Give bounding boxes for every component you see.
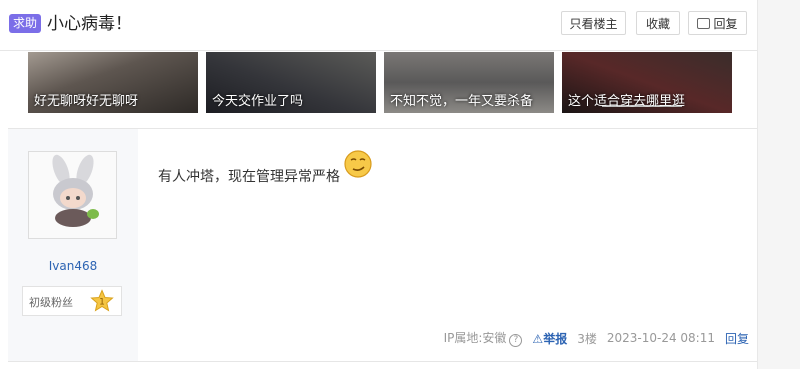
fan-level-badge[interactable]: 初级粉丝 1 — [22, 286, 122, 316]
floor-reply-link[interactable]: 回复 — [725, 330, 749, 347]
video-thumb-caption: 今天交作业了吗 — [212, 94, 304, 109]
question-icon[interactable]: ? — [509, 334, 523, 347]
post-time: 2023-10-24 08:11 — [606, 331, 715, 345]
fan-level-number: 1 — [99, 298, 105, 308]
ip-location-text: IP属地:安徽 — [443, 331, 507, 345]
page-right-margin — [757, 0, 800, 369]
fan-level-label: 初级粉丝 — [29, 296, 73, 309]
reply-button-label: 回复 — [713, 17, 738, 31]
author-name[interactable]: Ivan468 — [8, 259, 138, 273]
video-thumb[interactable]: 今天交作业了吗 — [206, 52, 376, 113]
thread-header: 求助 小心病毒！ 只看楼主 收藏 回复 — [0, 0, 757, 51]
report-link[interactable]: ⚠举报 — [532, 330, 567, 347]
video-thumb[interactable]: 这个适合穿去哪里逛 — [562, 52, 732, 113]
video-thumb[interactable]: 不知不觉，一年又要杀备 — [384, 52, 554, 113]
post-footer: IP属地:安徽? ⚠举报 3楼 2023-10-24 08:11 回复 — [444, 329, 749, 347]
ip-location: IP属地:安徽? — [444, 329, 523, 347]
report-label: 举报 — [543, 331, 568, 346]
avatar[interactable] — [28, 151, 117, 239]
video-thumb[interactable]: 好无聊呀好无聊呀 — [28, 52, 198, 113]
star-icon: 1 — [90, 289, 114, 312]
help-tag: 求助 — [9, 14, 41, 33]
author-panel: Ivan468 初级粉丝 1 — [8, 129, 138, 361]
post-floor: Ivan468 初级粉丝 1 有人冲塔，现在管理异常严格 IP属地:安徽? ⚠举… — [8, 128, 757, 362]
video-thumb-strip: 好无聊呀好无聊呀 今天交作业了吗 不知不觉，一年又要杀备 这个适合穿去哪里逛 — [0, 50, 757, 130]
smirk-emoji-icon — [344, 150, 372, 178]
post-content: 有人冲塔，现在管理异常严格 — [158, 169, 340, 185]
floor-number: 3楼 — [577, 331, 597, 346]
video-thumb-caption: 好无聊呀好无聊呀 — [34, 94, 139, 109]
reply-button[interactable]: 回复 — [688, 11, 747, 35]
comment-icon — [697, 18, 711, 29]
video-thumb-caption: 不知不觉，一年又要杀备 — [390, 94, 534, 109]
video-thumb-caption: 这个适合穿去哪里逛 — [568, 94, 686, 109]
only-op-button[interactable]: 只看楼主 — [561, 11, 626, 35]
thread-title: 小心病毒！ — [47, 14, 132, 34]
avatar-illustration — [29, 152, 116, 238]
favorite-button[interactable]: 收藏 — [636, 11, 680, 35]
